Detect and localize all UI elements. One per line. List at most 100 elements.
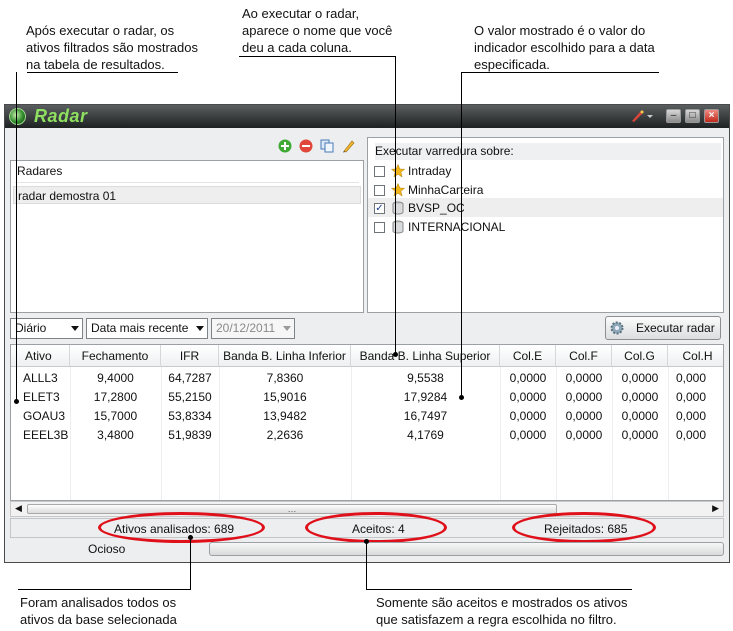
column-header[interactable]: Banda B. Linha Inferior (219, 345, 351, 367)
radar-list-item[interactable]: radar demostra 01 (13, 186, 361, 204)
period-value: Diário (15, 321, 47, 335)
internacional-checkbox[interactable] (374, 222, 385, 233)
column-header[interactable]: Col.G (612, 345, 668, 367)
guide-dot (393, 352, 398, 357)
table-cell: 53,8334 (168, 409, 212, 423)
table-cell: 17,2800 (93, 390, 138, 404)
table-cell: 0,0000 (621, 390, 659, 404)
date-value: 20/12/2011 (216, 321, 276, 335)
table-cell: 51,9839 (168, 428, 212, 442)
maximize-button[interactable]: □ (685, 109, 700, 123)
annotation-accepted-assets: Somente são aceitos e mostrados os ativo… (376, 595, 628, 627)
table-cell: 64,7287 (168, 371, 212, 385)
guide-line (366, 541, 367, 590)
annotation-analyzed-assets: Foram analisados todos os ativos da base… (20, 595, 177, 627)
bvsp-oc-label: BVSP_OC (408, 201, 465, 215)
guide-line (18, 589, 191, 590)
guide-dot (364, 539, 369, 544)
table-cell: 17,9284 (403, 390, 448, 404)
table-cell: 0,0000 (621, 371, 659, 385)
database-icon (392, 220, 404, 234)
guide-line (239, 56, 396, 57)
table-cell: 13,9482 (263, 409, 307, 423)
remove-radar-icon[interactable] (299, 139, 313, 153)
column-header[interactable]: Col.H (668, 345, 723, 367)
annotation-column-names: Ao executar o radar, aparece o nome que … (242, 6, 393, 55)
table-row[interactable]: ELET3 17,2800 55,2150 15,9016 17,9284 0,0000 0… (11, 388, 723, 407)
guide-line (461, 72, 462, 397)
star-icon (391, 164, 405, 178)
window-title: Radar (34, 106, 88, 126)
table-row[interactable]: GOAU3 15,7000 53,8334 13,9482 16,7497 0,0000 0… (11, 407, 723, 426)
table-cell: 0,0000 (565, 371, 603, 385)
guide-dot (188, 535, 193, 540)
add-radar-icon[interactable] (278, 139, 292, 153)
title-bar: Radar – □ × (5, 105, 729, 128)
period-select[interactable]: Diário (10, 318, 83, 339)
table-cell: 0,0000 (509, 390, 547, 404)
table-row[interactable]: EEEL3B 3,4800 51,9839 2,2636 4,1769 0,0000 0,0… (11, 426, 723, 445)
table-cell: 0,0000 (621, 409, 659, 423)
table-cell: 9,4000 (97, 371, 134, 385)
guide-line (16, 72, 17, 401)
minimize-button[interactable]: – (666, 109, 681, 123)
progress-bar (209, 542, 724, 556)
intraday-label: Intraday (408, 164, 452, 178)
sweep-header: Executar varredura sobre: (375, 143, 721, 160)
highlight-rejected (512, 512, 656, 543)
close-button[interactable]: × (704, 109, 719, 123)
guide-line (366, 589, 632, 590)
table-cell: 2,2636 (266, 428, 304, 442)
table-cell: 0,0000 (565, 428, 603, 442)
highlight-accepted (305, 512, 447, 543)
highlight-analyzed (98, 512, 265, 543)
table-cell: 16,7497 (403, 409, 448, 423)
table-cell: 9,5538 (407, 371, 444, 385)
guide-line (461, 72, 659, 73)
intraday-checkbox[interactable] (374, 166, 385, 177)
annotation-results-table: Após executar o radar, os ativos filtrad… (26, 23, 198, 72)
radars-header: Radares (17, 164, 63, 178)
guide-line (190, 537, 191, 590)
column-header[interactable]: Fechamento (70, 345, 161, 367)
database-icon (392, 201, 404, 215)
table-cell: 0,000 (676, 371, 707, 385)
minhacarteira-checkbox[interactable] (374, 185, 385, 196)
column-header[interactable]: Banda B. Linha Superior (351, 345, 500, 367)
date-mode-select[interactable]: Data mais recente (86, 318, 208, 339)
column-header[interactable]: Ativo (11, 345, 70, 367)
minhacarteira-label: MinhaCarteira (408, 183, 484, 197)
column-header[interactable]: Col.F (556, 345, 612, 367)
scroll-thumb[interactable]: … (27, 504, 557, 514)
chevron-down-icon (196, 326, 204, 331)
annotation-indicator-value: O valor mostrado é o valor do indicador … (474, 23, 655, 72)
column-header[interactable]: Col.E (500, 345, 556, 367)
results-table: Ativo Fechamento IFR Banda B. Linha Inferio… (10, 344, 724, 501)
table-cell: 0,0000 (621, 428, 659, 442)
copy-radar-icon[interactable] (320, 139, 334, 153)
table-cell: 4,1769 (407, 428, 444, 442)
table-cell: 0,0000 (565, 409, 603, 423)
state-label: Ocioso (88, 542, 126, 556)
scroll-right-icon[interactable]: ▶ (712, 503, 719, 514)
date-picker[interactable]: 20/12/2011 (211, 318, 295, 339)
guide-line (27, 72, 178, 73)
table-cell: 3,4800 (97, 428, 134, 442)
table-cell: 7,8360 (266, 371, 304, 385)
column-header[interactable]: IFR (161, 345, 219, 367)
chevron-down-icon (283, 326, 291, 331)
gear-icon (610, 321, 624, 335)
table-cell: 0,0000 (509, 409, 547, 423)
edit-radar-icon[interactable] (342, 139, 356, 153)
chevron-down-icon (71, 326, 79, 331)
table-cell: 0,000 (676, 428, 707, 442)
app-logo-icon (9, 108, 26, 125)
table-row[interactable]: ALLL3 9,4000 64,7287 7,8360 9,5538 0,0000 0,00… (11, 369, 723, 388)
table-cell: 0,000 (676, 390, 707, 404)
scroll-left-icon[interactable]: ◀ (15, 503, 22, 514)
table-cell: 0,0000 (509, 428, 547, 442)
table-cell: 15,7000 (93, 409, 138, 423)
pencil-menu-icon[interactable] (629, 109, 655, 123)
bvsp-oc-checkbox[interactable]: ✓ (374, 203, 385, 214)
internacional-label: INTERNACIONAL (408, 220, 506, 234)
